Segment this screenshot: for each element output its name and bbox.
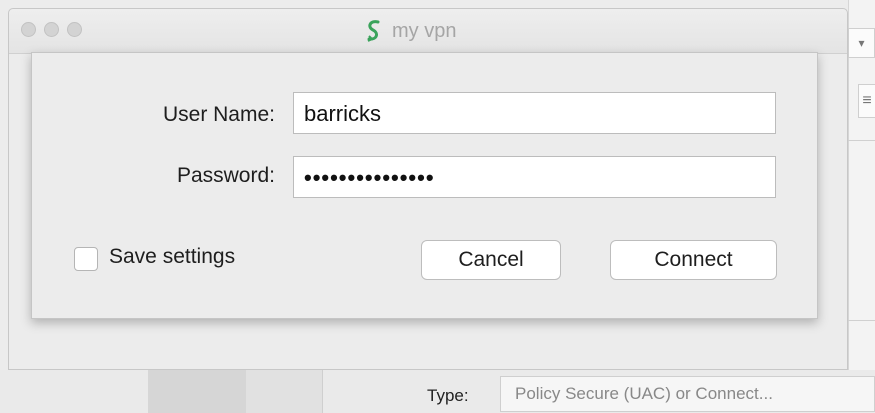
cancel-button[interactable]: Cancel <box>421 240 561 280</box>
save-settings-checkbox[interactable] <box>74 247 98 271</box>
list-icon: ≡ <box>862 92 872 109</box>
background-list-button[interactable]: ≡ <box>858 84 875 118</box>
password-label: Password: <box>176 164 275 187</box>
divider <box>848 140 875 141</box>
type-select[interactable]: Policy Secure (UAC) or Connect... <box>500 376 875 412</box>
username-label: User Name: <box>162 103 275 126</box>
type-label: Type: <box>427 386 469 405</box>
divider <box>848 320 875 321</box>
background-right-panel <box>848 0 875 413</box>
title-bar: my vpn <box>9 9 847 54</box>
save-settings-label[interactable]: Save settings <box>109 245 235 269</box>
close-window-button[interactable] <box>21 22 36 37</box>
window-title: my vpn <box>364 19 456 43</box>
vpn-s-logo-icon <box>367 20 380 42</box>
zoom-window-button[interactable] <box>67 22 82 37</box>
chevron-down-icon: ▾ <box>858 36 865 50</box>
window-title-text: my vpn <box>392 19 457 42</box>
username-field[interactable]: barricks <box>293 92 776 134</box>
password-field[interactable]: ••••••••••••••• <box>293 156 776 198</box>
login-sheet: User Name: barricks Password: ••••••••••… <box>31 52 818 319</box>
background-column <box>246 370 323 413</box>
minimize-window-button[interactable] <box>44 22 59 37</box>
connect-button[interactable]: Connect <box>610 240 777 280</box>
background-column <box>148 370 247 413</box>
background-popup-button[interactable]: ▾ <box>848 28 875 58</box>
